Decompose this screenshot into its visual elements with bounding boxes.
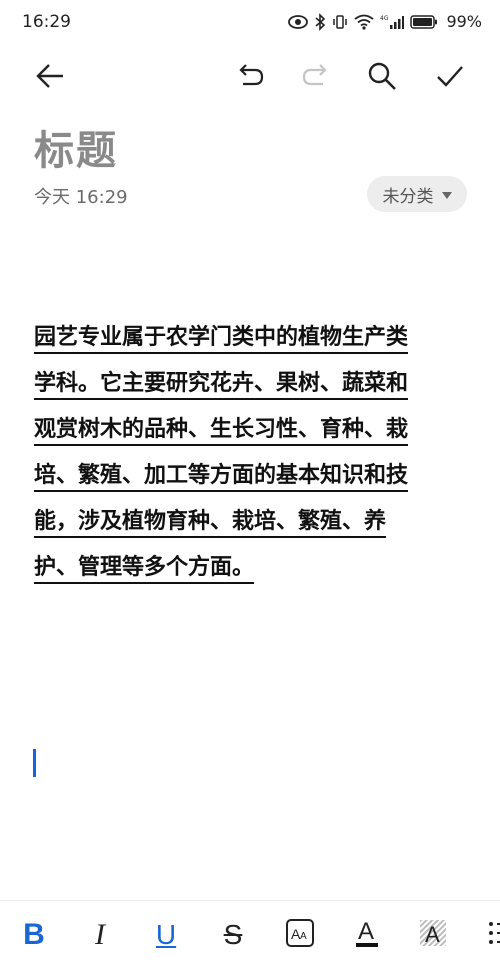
body-line: 护、管理等多个方面。 [34,548,474,594]
font-size-icon: AA [285,918,315,952]
font-size-button[interactable]: AA [280,913,320,957]
body-line: 学科。它主要研究花卉、果树、蔬菜和 [34,364,474,410]
done-button[interactable] [428,56,472,100]
wifi-icon [354,14,374,30]
eye-icon [288,14,309,29]
undo-button[interactable] [228,56,272,100]
redo-icon [301,64,331,92]
format-toolbar: B I U S AA A A [0,900,500,966]
text-cursor [33,749,36,777]
note-title[interactable]: 标题 [34,118,118,176]
svg-text:4G: 4G [380,15,389,22]
list-icon [487,919,500,951]
redo-button[interactable] [294,56,338,100]
check-icon [435,64,465,92]
strikethrough-button[interactable]: S [213,913,253,957]
caret-down-icon [441,191,452,199]
battery-percent: 99% [446,12,482,31]
cellular-signal-icon: 4G [380,14,405,30]
status-time: 16:29 [22,12,71,32]
status-bar: 16:29 4G 99% [0,0,500,48]
font-color-button[interactable]: A [347,913,387,957]
status-icons: 4G 99% [288,12,482,31]
body-line: 能，涉及植物育种、栽培、繁殖、养 [34,502,474,548]
bluetooth-icon [314,12,326,31]
vibrate-icon [332,14,348,30]
editor-toolbar [0,56,500,100]
back-button[interactable] [28,56,72,100]
search-icon [367,61,397,95]
search-button[interactable] [360,56,404,100]
undo-icon [235,64,265,92]
battery-icon [410,14,438,29]
body-line: 园艺专业属于农学门类中的植物生产类 [34,318,474,364]
category-dropdown[interactable]: 未分类 [367,176,467,212]
font-color-icon: A [352,917,382,953]
notes-editor-screen: 16:29 4G 99% 标题 今天 16:29 未分类 园艺专业属于农学门类中… [0,0,500,966]
category-label: 未分类 [382,186,434,207]
svg-text:A: A [300,931,307,942]
svg-text:A: A [425,922,440,947]
note-date: 今天 16:29 [34,187,128,208]
underline-button[interactable]: U [146,913,186,957]
highlight-icon: A [417,917,449,953]
arrow-left-icon [35,63,65,93]
highlight-button[interactable]: A [413,913,453,957]
note-body[interactable]: 园艺专业属于农学门类中的植物生产类 学科。它主要研究花卉、果树、蔬菜和 观赏树木… [34,318,474,594]
bold-button[interactable]: B [14,913,54,957]
body-line: 观赏树木的品种、生长习性、育种、栽 [34,410,474,456]
list-format-button[interactable] [478,913,500,957]
italic-button[interactable]: I [80,913,120,957]
svg-text:A: A [358,918,374,945]
body-line: 培、繁殖、加工等方面的基本知识和技 [34,456,474,502]
